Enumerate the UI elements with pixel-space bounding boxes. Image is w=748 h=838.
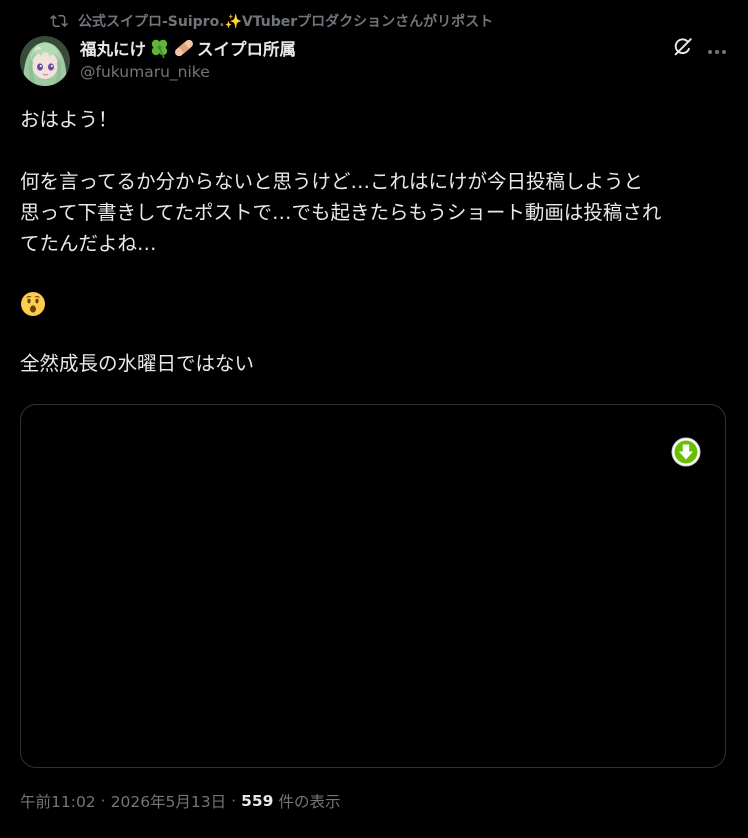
views-count: 559	[241, 792, 274, 810]
user-handle[interactable]: @fukumaru_nike	[80, 63, 296, 81]
author-block: 福丸にけ スイプロ所属 @fukumaru_nike	[80, 36, 296, 81]
post-date[interactable]: 2026年5月13日	[111, 790, 227, 812]
four-leaf-clover-icon	[147, 36, 171, 60]
grok-icon	[672, 36, 694, 62]
display-name-text-1[interactable]: 福丸にけ	[80, 36, 146, 60]
tweet-line: てたんだよね…	[20, 232, 157, 255]
more-options-button[interactable]	[703, 36, 731, 62]
avatar[interactable]	[20, 36, 70, 86]
views-label: 件の表示	[278, 793, 341, 811]
repost-icon	[50, 12, 68, 30]
repost-indicator[interactable]: 公式スイプロ-Suipro.✨VTuberプロダクションさんがリポスト	[50, 10, 493, 32]
display-name-text-2[interactable]: スイプロ所属	[197, 36, 296, 60]
meta-separator: ·	[100, 792, 106, 810]
more-dots-icon	[707, 40, 727, 59]
hushed-face-emoji	[20, 291, 46, 317]
grok-button[interactable]	[670, 36, 696, 62]
tweet-line: 何を言ってるか分からないと思うけど…これはにけが今日投稿しようと	[20, 170, 644, 193]
tweet-emoji-line	[20, 290, 730, 321]
tweet-meta: 午前11:02 · 2026年5月13日 · 559 件の表示	[20, 790, 340, 812]
video-player[interactable]	[20, 404, 726, 768]
bandage-icon	[172, 36, 196, 60]
meta-separator: ·	[231, 792, 237, 810]
download-arrow-icon	[671, 437, 701, 471]
tweet-line: 全然成長の水曜日ではない	[20, 352, 255, 375]
display-name[interactable]: 福丸にけ スイプロ所属	[80, 36, 296, 60]
tweet-line: おはよう！	[20, 108, 118, 131]
tweet-line: 思って下書きしてたポストで…でも起きたらもうショート動画は投稿され	[20, 201, 662, 224]
post-time[interactable]: 午前11:02	[20, 790, 96, 812]
tweet-text: おはよう！ 何を言ってるか分からないと思うけど…これはにけが今日投稿しようと 思…	[20, 104, 730, 379]
download-button[interactable]	[671, 437, 701, 467]
repost-text[interactable]: 公式スイプロ-Suipro.✨VTuberプロダクションさんがリポスト	[78, 11, 493, 31]
